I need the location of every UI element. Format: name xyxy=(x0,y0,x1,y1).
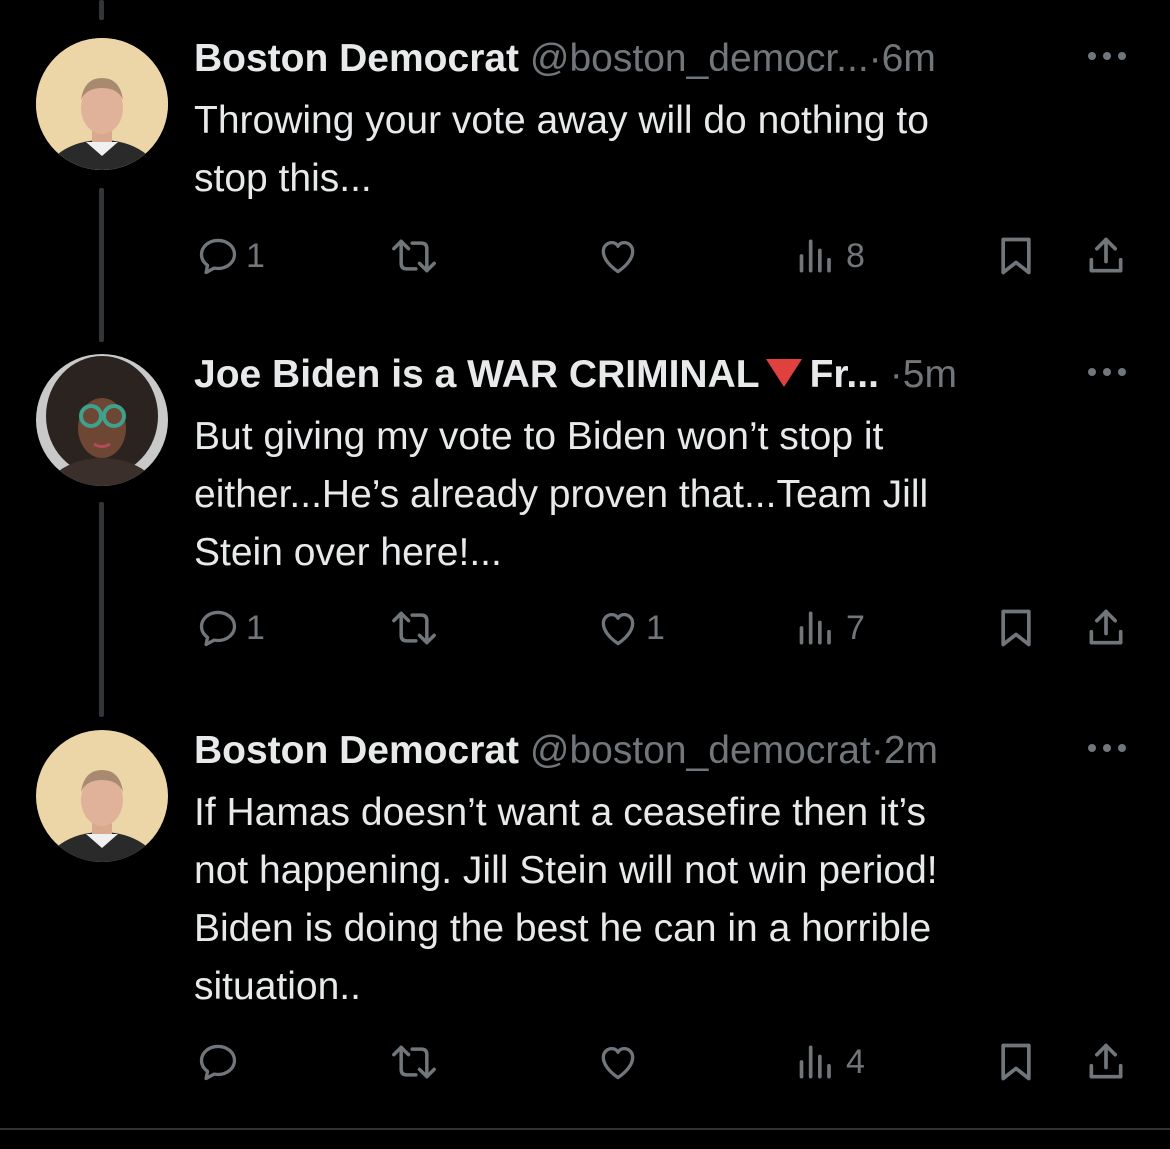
views-button[interactable]: 7 xyxy=(796,600,865,656)
divider xyxy=(0,1128,1170,1130)
share-button[interactable] xyxy=(1084,1034,1128,1090)
reply-count: 1 xyxy=(246,609,265,647)
share-button[interactable] xyxy=(1084,600,1128,656)
tweet-text-line: Stein over here!... xyxy=(194,531,502,574)
tweet-text: If Hamas doesn’t want a ceasefire then i… xyxy=(194,784,1074,1016)
handle[interactable]: @boston_democrat xyxy=(530,729,871,772)
woman-headshot-avatar xyxy=(36,354,168,486)
tweet-text-line: not happening. Jill Stein will not win p… xyxy=(194,849,938,892)
bookmark-button[interactable] xyxy=(994,600,1038,656)
like-button[interactable]: 1 xyxy=(596,600,665,656)
share-icon xyxy=(1089,237,1123,273)
heart-icon xyxy=(601,612,635,646)
reply-icon xyxy=(199,238,237,275)
tweet-text: But giving my vote to Biden won’t stop i… xyxy=(194,408,1074,582)
like-button[interactable] xyxy=(596,228,640,284)
tweet-text-line: But giving my vote to Biden won’t stop i… xyxy=(194,415,884,458)
tweet-header: Boston Democrat @boston_democrat·2m xyxy=(194,726,1054,776)
thread-line-top xyxy=(99,0,104,20)
separator-dot: · xyxy=(868,37,882,80)
separator-dot: · xyxy=(870,729,884,772)
reply-count: 1 xyxy=(246,237,265,275)
bookmark-icon xyxy=(1001,1043,1031,1081)
handle[interactable]: @boston_democr... xyxy=(530,37,869,80)
ellipsis-icon xyxy=(1088,744,1126,752)
tweet[interactable]: Boston Democrat @boston_democrat·2m If H… xyxy=(0,726,1170,1096)
heart-icon xyxy=(601,1046,635,1080)
action-bar: 4 xyxy=(0,1034,1170,1090)
more-options-button[interactable] xyxy=(1086,46,1128,66)
tweet-header: Boston Democrat @boston_democr...·6m xyxy=(194,34,1054,84)
views-count: 7 xyxy=(846,609,865,647)
retweet-icon xyxy=(392,611,436,645)
retweet-button[interactable] xyxy=(386,600,442,656)
bookmark-button[interactable] xyxy=(994,1034,1038,1090)
views-count: 8 xyxy=(846,237,865,275)
display-name[interactable]: Boston Democrat xyxy=(194,37,519,80)
views-count: 4 xyxy=(846,1043,865,1081)
ellipsis-icon xyxy=(1088,368,1126,376)
tweet[interactable]: Joe Biden is a WAR CRIMINAL Fr... ·5m But… xyxy=(0,350,1170,680)
views-chart-icon xyxy=(799,611,831,645)
action-bar: 1 1 7 xyxy=(0,600,1170,656)
share-icon xyxy=(1089,1043,1123,1079)
tweet-text-line: stop this... xyxy=(194,157,372,200)
bookmark-icon xyxy=(1001,609,1031,647)
tweet-text-line: Biden is doing the best he can in a horr… xyxy=(194,907,932,950)
views-button[interactable]: 8 xyxy=(796,228,865,284)
man-headshot-avatar xyxy=(36,38,168,170)
reply-icon xyxy=(199,610,237,647)
more-options-button[interactable] xyxy=(1086,738,1128,758)
views-chart-icon xyxy=(799,239,831,273)
timestamp[interactable]: 6m xyxy=(882,37,936,80)
man-headshot-avatar xyxy=(36,730,168,862)
avatar[interactable] xyxy=(36,354,168,486)
timestamp[interactable]: 2m xyxy=(884,729,938,772)
like-count: 1 xyxy=(646,609,665,647)
tweet[interactable]: Boston Democrat @boston_democr...·6m Thr… xyxy=(0,34,1170,294)
display-name[interactable]: Joe Biden is a WAR CRIMINAL xyxy=(194,353,760,396)
red-triangle-down-icon xyxy=(765,358,802,387)
ellipsis-icon xyxy=(1088,52,1126,60)
tweet-text-line: Throwing your vote away will do nothing … xyxy=(194,99,929,142)
like-button[interactable] xyxy=(596,1034,640,1090)
retweet-button[interactable] xyxy=(386,1034,442,1090)
retweet-icon xyxy=(392,1045,436,1079)
tweet-text: Throwing your vote away will do nothing … xyxy=(194,92,1074,208)
heart-icon xyxy=(601,240,635,274)
reply-button[interactable]: 1 xyxy=(196,600,265,656)
tweet-text-line: If Hamas doesn’t want a ceasefire then i… xyxy=(194,791,926,834)
display-name-suffix[interactable]: Fr... xyxy=(810,353,879,396)
action-bar: 1 8 xyxy=(0,228,1170,284)
retweet-button[interactable] xyxy=(386,228,442,284)
reply-button[interactable] xyxy=(196,1034,240,1090)
share-icon xyxy=(1089,609,1123,645)
reply-icon xyxy=(199,1044,237,1081)
bookmark-icon xyxy=(1001,237,1031,275)
retweet-icon xyxy=(392,239,436,273)
share-button[interactable] xyxy=(1084,228,1128,284)
tweet-header: Joe Biden is a WAR CRIMINAL Fr... ·5m xyxy=(194,350,1054,400)
tweet-text-line: either...He’s already proven that...Team… xyxy=(194,473,929,516)
views-button[interactable]: 4 xyxy=(796,1034,865,1090)
views-chart-icon xyxy=(799,1045,831,1079)
separator-dot: · xyxy=(889,353,903,396)
reply-button[interactable]: 1 xyxy=(196,228,265,284)
tweet-text-line: situation.. xyxy=(194,965,361,1008)
avatar[interactable] xyxy=(36,38,168,170)
more-options-button[interactable] xyxy=(1086,362,1128,382)
avatar[interactable] xyxy=(36,730,168,862)
timestamp[interactable]: 5m xyxy=(903,353,957,396)
display-name[interactable]: Boston Democrat xyxy=(194,729,519,772)
bookmark-button[interactable] xyxy=(994,228,1038,284)
